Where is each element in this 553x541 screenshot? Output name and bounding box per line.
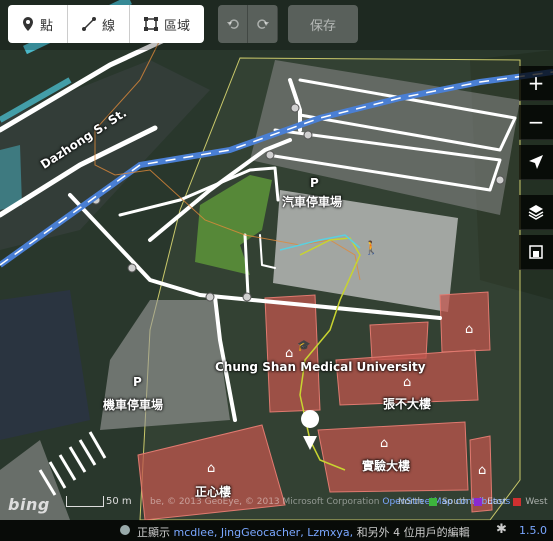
scale-text: 50 m	[106, 496, 132, 507]
save-button[interactable]: 保存	[288, 5, 358, 43]
map-canvas[interactable]	[0, 0, 553, 541]
legend-north-swatch	[429, 497, 438, 506]
legend-west-label: West	[525, 497, 548, 507]
contributors-icon	[120, 525, 130, 535]
layers-icon	[528, 205, 544, 220]
pedestrian-icon: 🚶	[363, 241, 380, 256]
map-pin[interactable]	[301, 410, 320, 428]
undo-icon	[226, 19, 239, 29]
undo-button[interactable]	[218, 5, 248, 43]
building-house-icon: ⌂	[478, 463, 487, 478]
line-icon	[82, 17, 97, 31]
add-line-button[interactable]: 線	[68, 5, 131, 43]
contributors-suffix: 和另外 4 位用戶的編輯	[356, 526, 470, 539]
legend-south-label: South	[442, 497, 469, 507]
scale-bar	[66, 496, 104, 507]
label-car-parking: 汽車停車場	[282, 195, 343, 209]
redo-button[interactable]	[248, 5, 278, 43]
label-moto-parking: 機車停車場	[103, 398, 164, 412]
label-parking-p-1: P	[310, 176, 319, 190]
geolocate-icon	[529, 155, 543, 169]
map-data-icon	[529, 245, 543, 259]
gps-legend: North South East West	[398, 497, 553, 507]
building-house-icon: ⌂	[465, 322, 474, 337]
school-icon: 🎓	[297, 339, 311, 352]
add-point-label: 點	[40, 18, 54, 34]
building-house-icon: ⌂	[403, 375, 412, 390]
point-icon	[23, 17, 33, 31]
legend-east-label: East	[487, 497, 507, 507]
building-house-icon: ⌂	[285, 346, 294, 361]
layers-button[interactable]	[519, 195, 553, 230]
add-line-label: 線	[102, 18, 116, 34]
contributors-prefix: 正顯示	[137, 526, 170, 539]
undo-redo-group	[218, 5, 278, 43]
mode-buttons: 點 線 區域	[8, 5, 205, 43]
area-icon	[144, 17, 159, 31]
geolocate-button[interactable]	[519, 145, 553, 180]
map-data-button[interactable]	[519, 235, 553, 270]
top-toolbar: 點 線 區域 保存	[0, 0, 553, 50]
label-shiyan: 實驗大樓	[362, 459, 411, 473]
label-parking-p-2: P	[133, 375, 142, 389]
status-bar: 正顯示 mcdlee, JingGeocacher, Lzmxya, 和另外 4…	[0, 520, 553, 541]
zoom-in-button[interactable]: +	[519, 66, 553, 101]
contributors-text: 正顯示 mcdlee, JingGeocacher, Lzmxya, 和另外 4…	[137, 524, 470, 540]
add-area-label: 區域	[164, 18, 191, 34]
legend-north-label: North	[398, 497, 424, 507]
bug-icon[interactable]: ✱	[496, 522, 507, 537]
version-link[interactable]: 1.5.0	[519, 524, 547, 537]
bing-logo: bing	[8, 495, 50, 514]
contributors-users-link[interactable]: mcdlee, JingGeocacher, Lzmxya,	[174, 526, 354, 539]
building-house-icon: ⌂	[380, 436, 389, 451]
imagery-attribution-text: be, © 2013 GeoEye, © 2013 Microsoft Corp…	[150, 497, 383, 507]
label-university: Chung Shan Medical University	[215, 360, 426, 374]
redo-icon	[256, 19, 269, 29]
legend-south-swatch	[474, 497, 483, 506]
label-zhangbuda: 張不大樓	[383, 397, 432, 411]
building-house-icon: ⌂	[207, 461, 216, 476]
add-point-button[interactable]: 點	[8, 5, 69, 43]
legend-east-swatch	[512, 497, 521, 506]
zoom-out-button[interactable]: −	[519, 105, 553, 140]
add-area-button[interactable]: 區域	[130, 5, 204, 43]
